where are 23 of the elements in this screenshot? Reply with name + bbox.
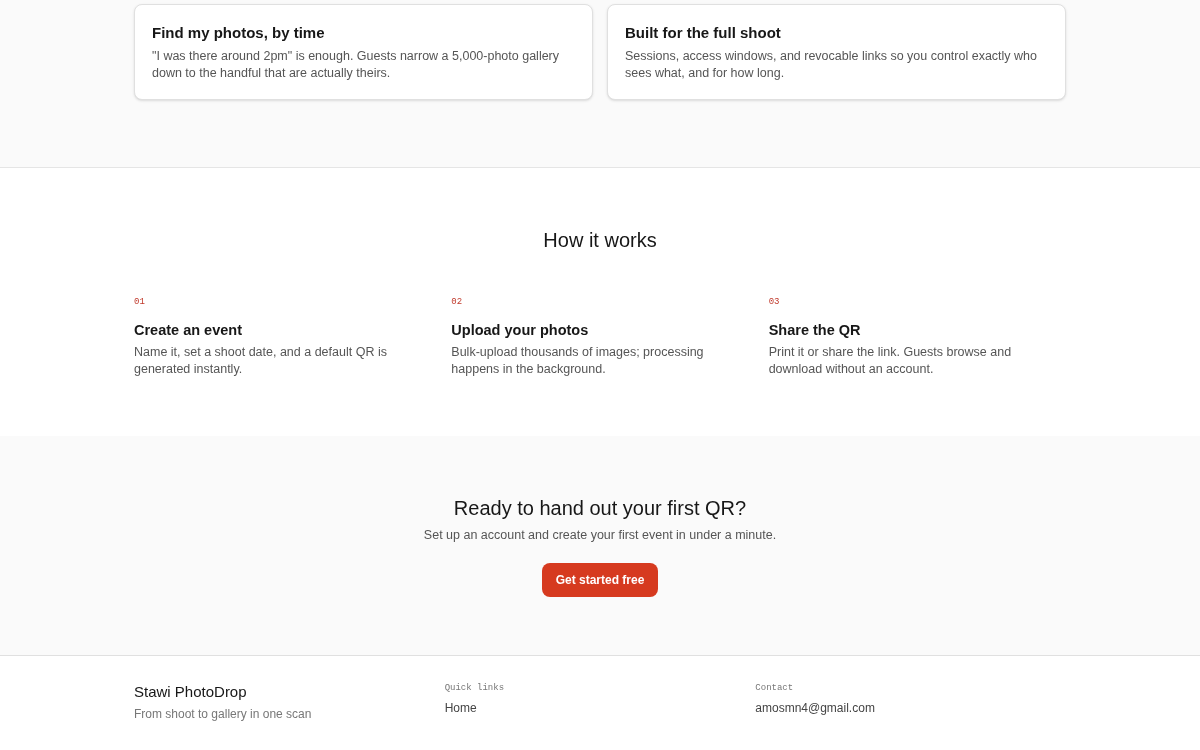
cta-text: Set up an account and create your first event in under a minute.: [423, 527, 777, 544]
step-title: Upload your photos: [451, 321, 590, 340]
step-number: 01: [134, 296, 146, 308]
step-text: Bulk-upload thousands of images; processing happens in the background.: [451, 344, 705, 378]
step-number: 02: [451, 296, 464, 308]
footer-heading: Quick links: [444, 682, 506, 694]
cta-heading: Ready to hand out your first QR?: [453, 496, 747, 520]
step-text: Print it or share the link. Guests browse and download without an account.: [768, 344, 1013, 378]
card-title: Built for the full shoot: [625, 23, 782, 43]
footer-tagline: From shoot to gallery in one scan: [134, 706, 313, 722]
step-number: 03: [768, 296, 781, 308]
step-title: Share the QR: [768, 321, 862, 340]
footer-link[interactable]: amosmn4@gmail.com: [755, 700, 1066, 716]
step-title: Create an event: [134, 321, 243, 340]
step-text: Name it, set a shoot date, and a default QR is generated instantly.: [134, 344, 388, 378]
card-text: "I was there around 2pm" is enough. Guests narrow a 5,000-photo gallery down to the handful that are actually theirs.: [152, 48, 561, 82]
footer-link[interactable]: Home: [444, 700, 756, 716]
section-heading: How it works: [542, 228, 658, 252]
get-started-button[interactable]: Get started free: [541, 563, 659, 597]
card-text: Sessions, access windows, and revocable links so you control exactly who sees what, and for how long.: [625, 48, 1038, 82]
footer-heading: Contact: [755, 682, 795, 694]
card-title: Find my photos, by time: [152, 23, 326, 43]
footer-brand: Stawi PhotoDrop: [134, 682, 248, 702]
